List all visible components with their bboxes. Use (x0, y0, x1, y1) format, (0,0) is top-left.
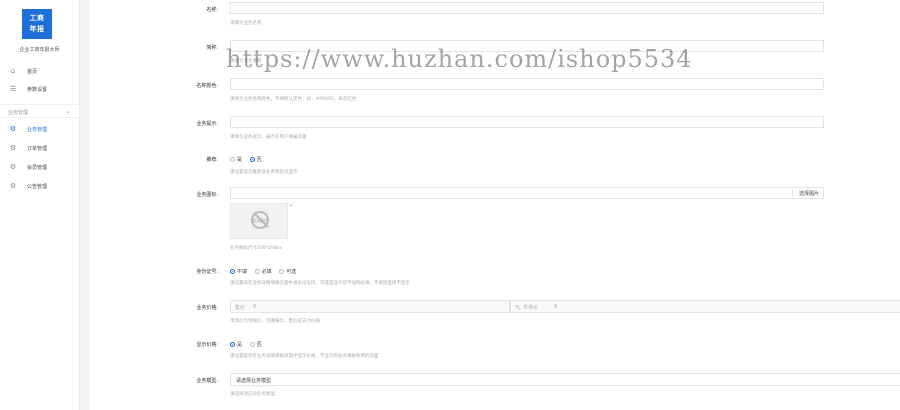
name-label: 名称: (206, 7, 218, 13)
short-name-label: 简称: (206, 45, 218, 51)
sidebar-item-business[interactable]: ⚙ 业务管理 (0, 122, 79, 136)
radio-checked-icon (249, 157, 255, 162)
show-price-label: 显示价格: (196, 342, 218, 348)
app-name: 企业工商年报大师 (19, 47, 60, 53)
price-label: 业务价格: (196, 305, 218, 311)
sidebar-item-members[interactable]: ⚙ 会员管理 (0, 160, 79, 174)
name-color-label: 名称颜色: (196, 83, 218, 89)
watermark: https://www.huzhan.com/ishop5534 (226, 45, 693, 73)
sidebar: 工商 年报 企业工商年报大师 ⌂ 首页 ☰ 参数设置 业务管理 ⌄ ⚙ 业务管理… (0, 0, 80, 410)
id-card-option-required[interactable]: 必填 (254, 268, 272, 275)
sidebar-item-notices[interactable]: ⚙ 公告管理 (0, 179, 79, 193)
id-card-radio-group: 不填 必填 可选 (230, 268, 302, 275)
name-input[interactable] (230, 2, 824, 14)
sidebar-item-label: 会员管理 (27, 165, 48, 171)
image-label: 业务图标: (196, 192, 218, 198)
id-card-hint: 请设置该在业务详情填报页面中身份证号码，可选是显示但不强制必填，不填则直接不显示 (230, 281, 410, 286)
app-logo[interactable]: 工商 年报 (22, 9, 52, 39)
template-label: 业务模型: (196, 378, 218, 384)
radio-icon (230, 157, 235, 162)
logo-line-1: 工商 (29, 14, 45, 22)
sidebar-item-orders[interactable]: ⚙ 订单管理 (0, 141, 79, 155)
gear-icon: ⚙ (9, 182, 17, 190)
gear-icon: ⚙ (9, 163, 17, 171)
sidebar-item-settings[interactable]: ☰ 参数设置 (0, 82, 79, 96)
name-color-input[interactable] (230, 78, 824, 90)
market-price-input[interactable]: 元, 市场价 ¥ 元 (510, 300, 900, 313)
choose-image-button[interactable]: 选择图片 (791, 190, 819, 197)
id-card-option-none[interactable]: 不填 (230, 268, 247, 275)
tip-input[interactable] (230, 116, 824, 128)
image-hint: 业务图标尺寸200*200px (230, 246, 282, 251)
recommend-option-yes[interactable]: 是 (230, 156, 242, 163)
sidebar-item-label: 参数设置 (27, 87, 48, 93)
show-price-radio-group: 是 否 (230, 341, 268, 348)
radio-checked-icon (230, 342, 235, 347)
sale-price-input[interactable]: 售价 ¥ (230, 300, 510, 313)
sidebar-group-label: 业务管理 (8, 110, 29, 116)
id-card-label: 身份证号: (196, 269, 218, 275)
sidebar-item-label: 首页 (27, 69, 38, 75)
sidebar-item-label: 订单管理 (27, 146, 48, 152)
recommend-radio-group: 是 否 (230, 156, 268, 163)
list-icon: ☰ (9, 85, 17, 93)
show-price-option-yes[interactable]: 是 (230, 341, 242, 348)
chevron-down-icon: ⌄ (65, 107, 71, 115)
gear-icon: ⚙ (9, 125, 17, 133)
radio-checked-icon (230, 269, 235, 274)
id-card-option-optional[interactable]: 可选 (279, 268, 296, 275)
sidebar-group-business[interactable]: 业务管理 ⌄ (0, 104, 79, 118)
remove-image-icon[interactable]: × (289, 203, 293, 209)
sidebar-item-home[interactable]: ⌂ 首页 (0, 64, 79, 78)
template-select-value: 请选择业务模型 (236, 378, 272, 384)
logo-line-2: 年报 (29, 25, 45, 33)
tip-label: 业务提示: (196, 121, 218, 127)
radio-icon (249, 342, 255, 347)
radio-icon (254, 269, 260, 274)
template-select[interactable]: 请选择业务模型 ⌄ (230, 373, 900, 386)
price-hint: 市场价为划线价，仅做展示，售价是支付价格 (230, 319, 320, 324)
name-hint: 请填写业务名称 (230, 21, 262, 26)
show-price-option-no[interactable]: 否 (249, 341, 262, 348)
name-color-hint: 请填写业务名称颜色，不填默认黑色，如：#ff0000，表示红色 (230, 97, 357, 102)
recommend-hint: 请设置首页推荐该业务到首页显示 (230, 170, 298, 175)
sidebar-item-label: 公告管理 (27, 184, 48, 190)
radio-icon (279, 269, 285, 274)
no-image-text: 暂无图片 (252, 218, 268, 223)
sidebar-item-label: 业务管理 (27, 127, 48, 133)
tip-hint: 请填写业务提示，展示在用户填报页面 (230, 135, 307, 140)
image-input[interactable]: 选择图片 (230, 187, 824, 199)
recommend-option-no[interactable]: 否 (249, 156, 262, 163)
show-price-hint: 请设置是否在业务详情填报页面中显示价格，不显示则业务填报免费的页面 (230, 354, 379, 359)
recommend-label: 推荐: (206, 157, 218, 163)
gear-icon: ⚙ (9, 144, 17, 152)
home-icon: ⌂ (10, 67, 16, 75)
image-preview: 暂无图片 (230, 203, 288, 239)
template-hint: 请选择对应的业务模型 (230, 392, 275, 397)
